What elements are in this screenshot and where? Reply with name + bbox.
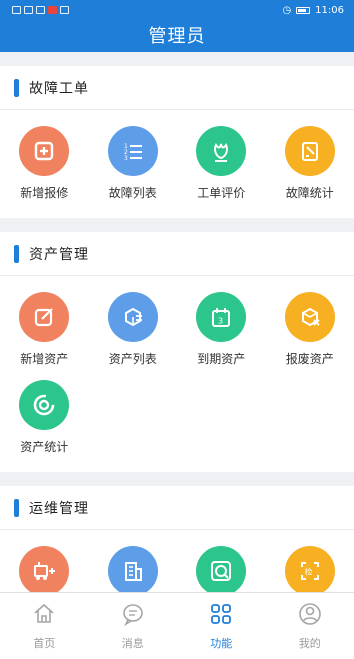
- function-item[interactable]: 工单评价: [177, 120, 266, 208]
- function-item[interactable]: 1 2 3 故障列表: [89, 120, 178, 208]
- section-header: 故障工单: [0, 66, 354, 110]
- tab-user[interactable]: 我的: [266, 593, 354, 659]
- function-item[interactable]: 报废资产: [266, 286, 354, 374]
- function-list[interactable]: 故障工单新增报修 1 2 3 故障列表 工单评价 故障统计资产管理新增资产 资产列表 3 到期资产…: [0, 52, 354, 592]
- numbered-list-icon[interactable]: 123: [107, 126, 158, 176]
- home-icon: [31, 601, 57, 631]
- function-item-label: 报废资产: [285, 352, 334, 366]
- bottom-tab-bar: 首页 消息 功能 我的: [0, 592, 354, 659]
- section-header: 运维管理: [0, 486, 354, 530]
- status-bar: ◷ 11:06: [0, 0, 354, 22]
- function-item-label: 新增报修: [20, 186, 69, 200]
- tab-home[interactable]: 首页: [0, 593, 89, 659]
- app-notification-icon: [48, 6, 57, 14]
- edit-icon[interactable]: [19, 292, 70, 342]
- scan-check-icon[interactable]: 检: [284, 546, 335, 592]
- notification-icon: [60, 6, 69, 14]
- section-header: 资产管理: [0, 232, 354, 276]
- page-title: 管理员: [148, 26, 206, 47]
- wifi-icon: [36, 6, 45, 14]
- function-item[interactable]: 运维商审核: [177, 540, 266, 592]
- function-grid: 新增运维商运维商列表运维商审核检巡检记录列表: [0, 530, 354, 592]
- svg-text:检: 检: [304, 567, 312, 577]
- grid-icon: [208, 601, 234, 631]
- section-title: 运维管理: [29, 500, 89, 517]
- section-title: 资产管理: [29, 246, 89, 263]
- tab-label: 首页: [33, 637, 56, 650]
- building-icon[interactable]: [107, 546, 158, 592]
- function-item-label: 故障列表: [108, 186, 157, 200]
- section-marker: [14, 244, 19, 263]
- truck-add-icon[interactable]: [19, 546, 70, 592]
- user-icon: [297, 601, 323, 631]
- add-square-icon[interactable]: [19, 126, 70, 176]
- section-spacer: [0, 218, 354, 232]
- function-item[interactable]: 资产统计: [0, 374, 89, 462]
- section-marker: [14, 498, 19, 517]
- function-item[interactable]: 运维商列表: [89, 540, 178, 592]
- svg-text:3: 3: [124, 155, 128, 162]
- tab-label: 我的: [298, 637, 321, 650]
- box-list-icon[interactable]: [107, 292, 158, 342]
- section-marker: [14, 78, 19, 97]
- svg-text:3: 3: [218, 317, 223, 326]
- edit-document-icon[interactable]: [284, 126, 335, 176]
- function-grid: 新增报修 1 2 3 故障列表 工单评价 故障统计: [0, 110, 354, 218]
- function-item[interactable]: 3 到期资产: [177, 286, 266, 374]
- function-item-label: 资产列表: [108, 352, 157, 366]
- section-3: 运维管理新增运维商运维商列表运维商审核检巡检记录列表: [0, 486, 354, 592]
- function-item[interactable]: 资产列表: [89, 286, 178, 374]
- function-grid: 新增资产 资产列表 3 到期资产 报废资产资产统计: [0, 276, 354, 472]
- search-review-icon[interactable]: [196, 546, 247, 592]
- sim-icon: [12, 6, 21, 14]
- tab-grid[interactable]: 功能: [177, 593, 266, 659]
- function-item[interactable]: 新增运维商: [0, 540, 89, 592]
- function-item[interactable]: 新增报修: [0, 120, 89, 208]
- message-icon: [120, 601, 146, 631]
- app-header: ◷ 11:06 管理员: [0, 0, 354, 52]
- section-spacer: [0, 52, 354, 66]
- section-2: 资产管理新增资产 资产列表 3 到期资产 报废资产资产统计: [0, 232, 354, 472]
- tab-label: 功能: [210, 637, 233, 650]
- status-time: 11:06: [315, 5, 344, 16]
- tab-label: 消息: [121, 637, 144, 650]
- function-item-label: 到期资产: [197, 352, 246, 366]
- section-title: 故障工单: [29, 80, 89, 97]
- function-item-label: 工单评价: [197, 186, 246, 200]
- calendar-icon[interactable]: 3: [196, 292, 247, 342]
- function-item[interactable]: 新增资产: [0, 286, 89, 374]
- section-spacer: [0, 472, 354, 486]
- ring-chart-icon[interactable]: [19, 380, 70, 430]
- battery-icon: [296, 7, 311, 14]
- function-item-label: 故障统计: [285, 186, 334, 200]
- status-icons-left: [12, 6, 69, 14]
- tab-message[interactable]: 消息: [89, 593, 178, 659]
- function-item-label: 新增资产: [20, 352, 69, 366]
- flower-icon[interactable]: [196, 126, 247, 176]
- function-item[interactable]: 检巡检记录列表: [266, 540, 354, 592]
- alarm-icon: ◷: [282, 5, 292, 16]
- function-item[interactable]: 故障统计: [266, 120, 354, 208]
- function-item-label: 资产统计: [20, 440, 69, 454]
- signal-icon: [24, 6, 33, 14]
- status-icons-right: ◷ 11:06: [282, 5, 344, 16]
- section-1: 故障工单新增报修 1 2 3 故障列表 工单评价 故障统计: [0, 66, 354, 218]
- box-remove-icon[interactable]: [284, 292, 335, 342]
